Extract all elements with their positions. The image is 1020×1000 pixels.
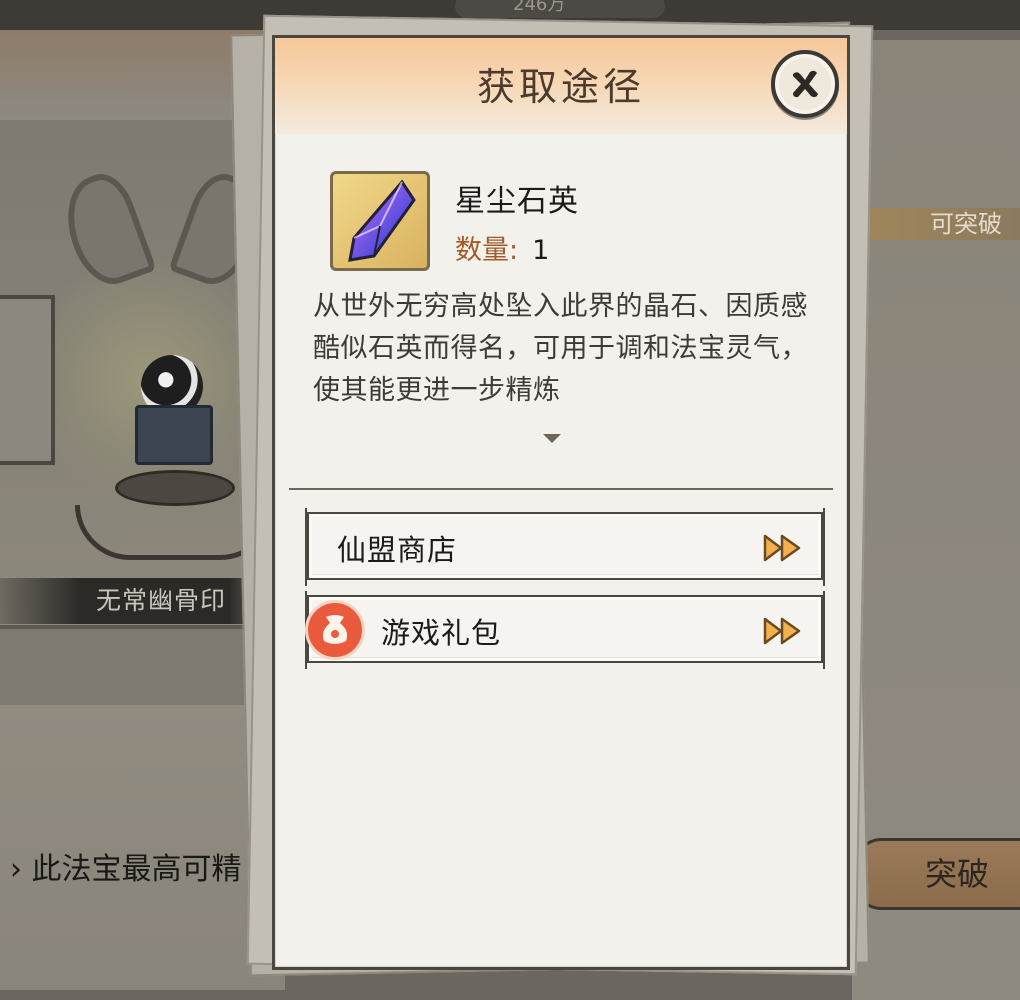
item-icon-frame: [330, 171, 430, 271]
dialog-title: 获取途径: [476, 65, 645, 109]
close-icon: [793, 70, 818, 98]
source-game-gift-pack[interactable]: 游戏礼包: [305, 591, 825, 669]
break-button[interactable]: 突破: [852, 838, 1020, 910]
quantity-value: 1: [532, 235, 550, 266]
quantity-label: 数量:: [455, 235, 519, 266]
divider: [289, 488, 833, 490]
close-button[interactable]: [771, 50, 839, 118]
bullet-icon: ›: [10, 852, 32, 887]
source-label: 仙盟商店: [337, 533, 458, 567]
pedestal: [115, 470, 235, 506]
gift-bag-badge: [305, 600, 365, 660]
purple-crystal-icon: [348, 179, 416, 262]
item-description: 从世外无穷高处坠入此界的晶石、因质感酷似石英而得名，可用于调和法宝灵气，使其能更…: [313, 291, 808, 406]
artifact-stand: [0, 625, 260, 705]
artifact-name-plate: 无常幽骨印: [0, 578, 270, 624]
double-arrow-icon: [763, 534, 801, 562]
acquire-source-dialog: 获取途径 星尘石英 数量: 1 从世外无穷高处坠入此界的晶石、因质感酷似石英而得名…: [272, 35, 850, 970]
gift-bag-icon: [322, 615, 348, 644]
item-quantity: 数量: 1: [455, 228, 549, 267]
artifact-refine-note: › 此法宝最高可精: [10, 852, 242, 887]
double-arrow-icon: [763, 617, 801, 645]
item-name: 星尘石英: [455, 184, 579, 219]
resource-counter: 246万: [455, 0, 665, 18]
source-alliance-shop[interactable]: 仙盟商店: [305, 508, 825, 586]
source-label: 游戏礼包: [381, 616, 502, 650]
scroll-ornament: [0, 295, 55, 465]
breakable-tag: 可突破: [860, 208, 1020, 240]
expand-caret-icon[interactable]: [543, 434, 561, 443]
artifact-seal-icon: [135, 355, 215, 465]
